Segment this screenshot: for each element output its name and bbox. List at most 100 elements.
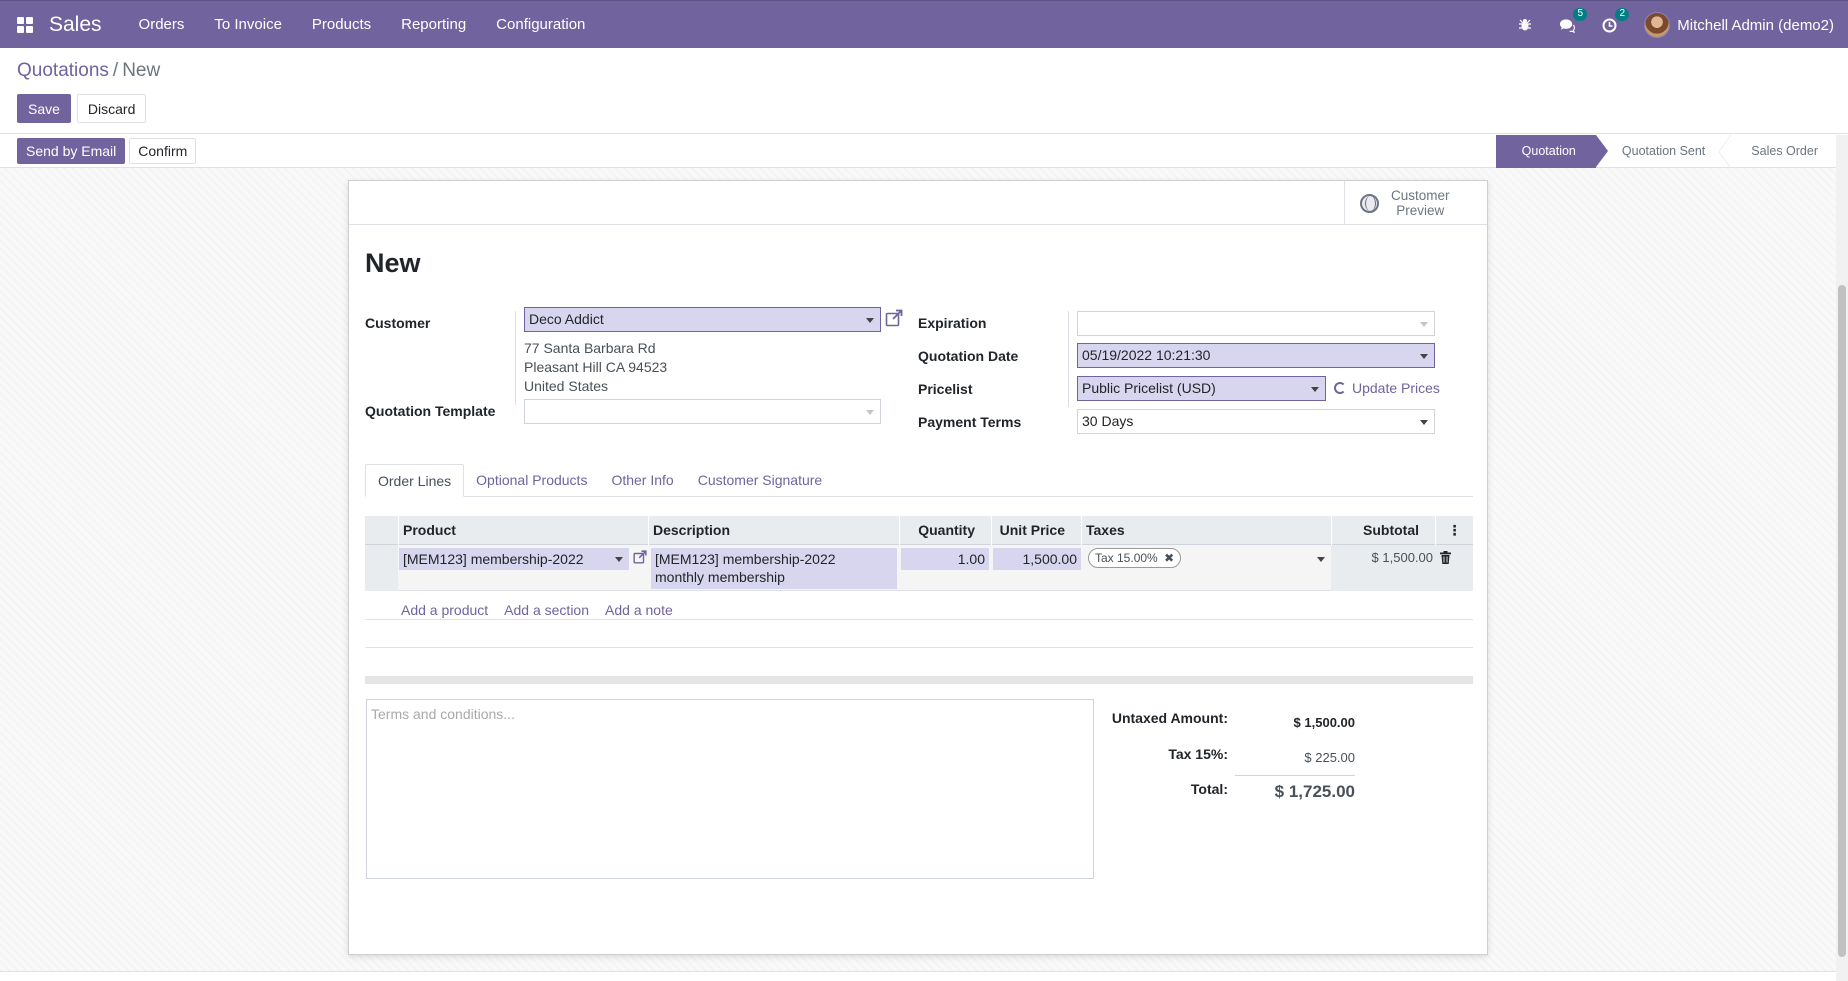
table-row[interactable]: [MEM123] membership-2022 [MEM123] member… [365, 545, 1473, 591]
breadcrumb-quotations[interactable]: Quotations [17, 60, 109, 81]
column-product[interactable]: Product [398, 516, 648, 545]
table-footer-band [365, 676, 1473, 684]
field-divider [515, 311, 516, 405]
tab-order-lines[interactable]: Order Lines [365, 464, 465, 497]
address-street: 77 Santa Barbara Rd [524, 340, 656, 356]
systray: 5 2 Mitchell Admin (demo2) [1504, 1, 1834, 49]
terms-placeholder: Terms and conditions... [371, 706, 515, 722]
tab-other-info[interactable]: Other Info [599, 464, 685, 497]
form-sheet: Customer Preview New Customer Deco Addic… [348, 180, 1488, 955]
table-row-divider [365, 619, 1473, 620]
chevron-down-icon [1420, 420, 1428, 425]
customer-label: Customer [365, 315, 431, 331]
quotation-date-label: Quotation Date [918, 348, 1019, 364]
external-link-icon[interactable] [633, 550, 647, 564]
row-subtotal-value: $ 1,500.00 [1371, 550, 1433, 565]
status-buttons: Send by Email Confirm [17, 138, 197, 164]
pricelist-value: Public Pricelist (USD) [1082, 380, 1216, 396]
activities-clock-icon[interactable]: 2 [1601, 8, 1630, 33]
chevron-down-icon [1420, 322, 1428, 327]
table-header: Product Description Quantity Unit Price … [365, 516, 1473, 545]
user-name: Mitchell Admin (demo2) [1677, 16, 1834, 34]
menu-configuration[interactable]: Configuration [481, 1, 600, 49]
activities-badge: 2 [1615, 8, 1630, 21]
external-link-icon[interactable] [885, 309, 903, 327]
menu-to-invoice[interactable]: To Invoice [199, 1, 297, 49]
apps-menu-icon[interactable] [0, 1, 50, 49]
row-product-value: [MEM123] membership-2022 [403, 551, 584, 567]
customer-field[interactable]: Deco Addict [524, 307, 881, 332]
chevron-down-icon [1420, 354, 1428, 359]
add-line-links: Add a product Add a section Add a note [401, 602, 673, 618]
app-brand[interactable]: Sales [49, 13, 102, 37]
main-menu: Orders To Invoice Products Reporting Con… [124, 1, 601, 49]
user-menu[interactable]: Mitchell Admin (demo2) [1644, 12, 1834, 38]
terms-conditions-input[interactable]: Terms and conditions... [366, 699, 1094, 879]
chevron-down-icon [866, 410, 874, 415]
stage-sales-order[interactable]: Sales Order [1725, 135, 1838, 168]
column-unit-price[interactable]: Unit Price [991, 516, 1081, 545]
discard-button[interactable]: Discard [76, 94, 147, 123]
customer-value: Deco Addict [529, 311, 604, 327]
row-description-field[interactable]: [MEM123] membership-2022 monthly members… [651, 548, 897, 589]
breadcrumb-current: New [122, 60, 161, 81]
button-box: Customer Preview [349, 181, 1487, 225]
order-lines-table: Product Description Quantity Unit Price … [365, 516, 1473, 618]
send-by-email-button[interactable]: Send by Email [17, 138, 126, 164]
pricelist-field[interactable]: Public Pricelist (USD) [1077, 376, 1326, 401]
confirm-button[interactable]: Confirm [129, 138, 197, 164]
column-quantity[interactable]: Quantity [899, 516, 991, 545]
tab-customer-signature[interactable]: Customer Signature [686, 464, 835, 497]
column-subtotal[interactable]: Subtotal [1331, 516, 1435, 545]
status-bar: Send by Email Confirm Quotation Quotatio… [0, 135, 1848, 168]
stage-quotation-sent[interactable]: Quotation Sent [1596, 135, 1732, 168]
add-section-link[interactable]: Add a section [504, 602, 589, 618]
stage-pipeline: Quotation Quotation Sent Sales Order [1495, 135, 1838, 168]
table-row-divider [365, 647, 1473, 648]
customer-preview-button[interactable]: Customer Preview [1344, 181, 1487, 225]
scrollbar[interactable] [1836, 135, 1848, 981]
quotation-date-field[interactable]: 05/19/2022 10:21:30 [1077, 343, 1435, 368]
quotation-template-field[interactable] [524, 399, 881, 424]
payment-terms-label: Payment Terms [918, 414, 1022, 430]
tab-optional-products[interactable]: Optional Products [464, 464, 599, 497]
column-taxes[interactable]: Taxes [1081, 516, 1331, 545]
debug-bug-icon[interactable] [1517, 17, 1533, 33]
chevron-down-icon [615, 557, 623, 562]
form-buttons: Save Discard [17, 94, 147, 123]
menu-reporting[interactable]: Reporting [386, 1, 481, 49]
row-quantity-field[interactable]: 1.00 [901, 548, 989, 570]
menu-products[interactable]: Products [297, 1, 386, 49]
messages-icon[interactable]: 5 [1559, 8, 1588, 33]
add-note-link[interactable]: Add a note [605, 602, 673, 618]
customer-preview-line2: Preview [1396, 203, 1445, 218]
optional-columns-icon[interactable]: ⋮ [1435, 516, 1473, 545]
row-description-line2: monthly membership [655, 569, 785, 585]
tax-label: Tax 15%: [1168, 746, 1228, 762]
row-product-field[interactable]: [MEM123] membership-2022 [399, 548, 629, 570]
payment-terms-field[interactable]: 30 Days [1077, 409, 1435, 434]
total-label: Total: [1190, 781, 1228, 797]
refresh-icon [1334, 382, 1346, 394]
update-prices-button[interactable]: Update Prices [1334, 380, 1440, 396]
breadcrumb-separator: / [112, 60, 119, 81]
remove-tag-icon[interactable]: ✖ [1164, 551, 1174, 565]
chevron-down-icon [1311, 387, 1319, 392]
total-value: $ 1,725.00 [1235, 775, 1355, 802]
globe-icon [1360, 193, 1379, 213]
pricelist-label: Pricelist [918, 381, 973, 397]
stage-quotation[interactable]: Quotation [1495, 135, 1609, 168]
field-divider [1068, 311, 1069, 407]
scrollbar-thumb[interactable] [1838, 285, 1846, 957]
delete-trash-icon[interactable] [1440, 551, 1451, 564]
menu-orders[interactable]: Orders [124, 1, 200, 49]
save-button[interactable]: Save [17, 94, 71, 123]
add-product-link[interactable]: Add a product [401, 602, 488, 618]
form-content: Customer Preview New Customer Deco Addic… [0, 168, 1836, 971]
column-description[interactable]: Description [648, 516, 899, 545]
chevron-down-icon[interactable] [1317, 557, 1325, 562]
tax-tag[interactable]: Tax 15.00% ✖ [1088, 548, 1182, 568]
expiration-field[interactable] [1077, 311, 1435, 336]
avatar [1644, 12, 1671, 38]
row-unit-price-field[interactable]: 1,500.00 [993, 548, 1081, 570]
